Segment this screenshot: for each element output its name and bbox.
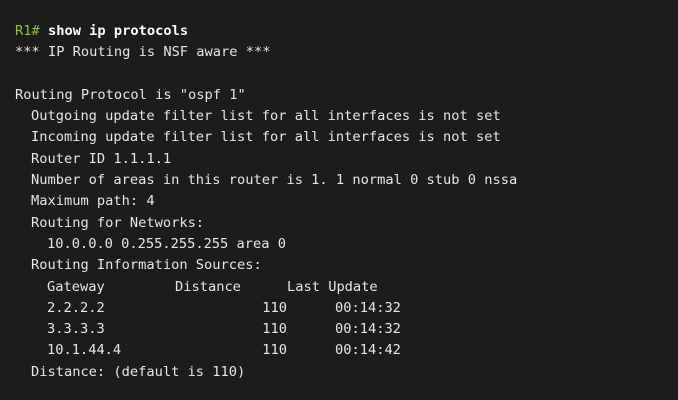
source-row: 10.1.44.4 110 00:14:42: [15, 340, 678, 361]
prompt: R1#: [15, 23, 40, 39]
source-row: 3.3.3.3 110 00:14:32: [15, 319, 678, 340]
info-sources-heading: Routing Information Sources:: [31, 257, 262, 274]
network-entry: 10.0.0.0 0.255.255.255 area 0: [47, 235, 286, 252]
source-gateway: 2.2.2.2: [47, 299, 105, 316]
source-last-update: 00:14:32: [335, 321, 401, 338]
source-distance: 110: [262, 321, 287, 338]
source-distance: 110: [262, 342, 287, 359]
source-row: 2.2.2.2 110 00:14:32: [15, 298, 678, 319]
command-text: show ip protocols: [47, 23, 189, 39]
outgoing-filter-line: Outgoing update filter list for all inte…: [31, 108, 501, 125]
incoming-filter-line: Incoming update filter list for all inte…: [31, 129, 501, 146]
source-distance: 110: [262, 299, 287, 316]
source-gateway: 3.3.3.3: [47, 321, 105, 338]
distance-line: Distance: (default is 110): [31, 363, 246, 380]
header-gateway: Gateway: [47, 278, 105, 295]
areas-line: Number of areas in this router is 1. 1 n…: [31, 172, 518, 189]
header-last-update: Last Update: [287, 278, 378, 295]
max-path-line: Maximum path: 4: [31, 193, 155, 210]
source-gateway: 10.1.44.4: [47, 342, 122, 359]
terminal-output: R1# show ip protocols *** IP Routing is …: [0, 0, 678, 400]
source-last-update: 00:14:32: [335, 299, 401, 316]
source-last-update: 00:14:42: [335, 342, 401, 359]
command-line: R1# show ip protocols: [15, 21, 678, 42]
router-id-line: Router ID 1.1.1.1: [31, 150, 172, 167]
header-distance: Distance: [175, 278, 241, 295]
nsf-line: *** IP Routing is NSF aware ***: [15, 44, 271, 61]
routing-protocol-line: Routing Protocol is "ospf 1": [15, 86, 246, 103]
sources-header-row: Gateway Distance Last Update: [15, 277, 678, 298]
routing-networks-heading: Routing for Networks:: [31, 214, 205, 231]
